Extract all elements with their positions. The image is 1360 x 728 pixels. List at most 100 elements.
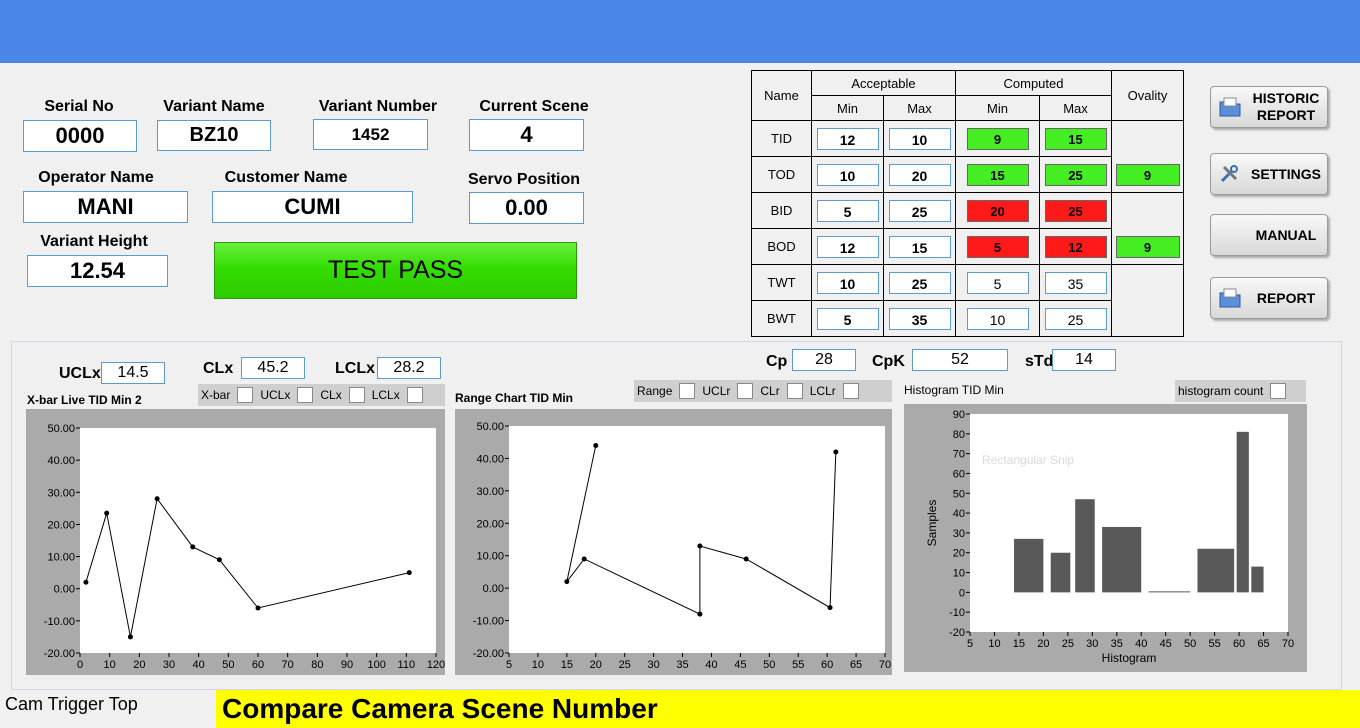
x-tick-label: 30 (163, 659, 175, 671)
y-tick-label: 40.00 (476, 453, 504, 465)
serial-no-label: Serial No (44, 98, 114, 115)
cam-trigger-label: Cam Trigger Top (0, 690, 214, 728)
comp-max-value: 15 (1044, 127, 1107, 150)
customer-name-field[interactable]: CUMI (212, 191, 413, 223)
computed-header: Computed (955, 70, 1112, 96)
acc-min-field[interactable]: 10 (816, 163, 879, 186)
manual-label: MANUAL (1255, 226, 1317, 243)
legend-swatch-icon (679, 383, 696, 399)
histogram-bar (1236, 431, 1249, 593)
comp-max-value: 35 (1044, 271, 1107, 294)
std-field[interactable]: 14 (1052, 349, 1116, 371)
x-tick-label: 45 (1160, 638, 1172, 650)
acc-max-field[interactable]: 15 (888, 235, 951, 258)
test-status-indicator: TEST PASS (214, 242, 577, 299)
x-tick-label: 100 (367, 659, 385, 671)
uclx-label: UCLx (59, 365, 101, 382)
data-point (564, 579, 570, 585)
variant-height-field[interactable]: 12.54 (27, 255, 168, 287)
comp-max-value: 25 (1044, 307, 1107, 330)
comp-max-value: 25 (1044, 163, 1107, 186)
cpk-field[interactable]: 52 (912, 349, 1008, 371)
watermark-text: Rectangular Snip (982, 453, 1074, 467)
manual-button[interactable]: MANUAL (1210, 214, 1328, 256)
comp-min-value: 20 (966, 199, 1029, 222)
acc-max-field[interactable]: 25 (888, 199, 951, 222)
data-point (697, 543, 703, 549)
cpk-label: CpK (872, 353, 905, 370)
histogram-bar (1075, 499, 1095, 593)
legend-swatch-icon (786, 383, 803, 399)
x-tick-label: 10 (104, 659, 116, 671)
y-tick-label: 20.00 (47, 519, 75, 531)
lclx-field[interactable]: 28.2 (377, 357, 441, 379)
row-name: TWT (751, 264, 812, 301)
xbar-chart-title: X-bar Live TID Min 2 (27, 393, 142, 407)
acc-min-field[interactable]: 5 (816, 307, 879, 330)
comp-min-header: Min (955, 95, 1040, 121)
y-tick-label: 40.00 (47, 455, 75, 467)
serial-no-field[interactable]: 0000 (23, 120, 137, 152)
current-scene-field[interactable]: 4 (469, 119, 584, 151)
lclx-label: LCLx (335, 360, 375, 377)
x-tick-label: 5 (967, 638, 973, 650)
x-tick-label: 110 (398, 659, 416, 671)
data-point (581, 556, 587, 562)
variant-name-field[interactable]: BZ10 (157, 120, 271, 151)
uclx-field[interactable]: 14.5 (101, 362, 165, 384)
acc-max-field[interactable]: 10 (888, 127, 951, 150)
y-tick-label: 30.00 (476, 486, 504, 498)
acc-max-field[interactable]: 35 (888, 307, 951, 330)
legend-swatch-icon (842, 383, 859, 399)
x-tick-label: 120 (427, 659, 445, 671)
x-tick-label: 10 (532, 659, 544, 671)
acc-max-field[interactable]: 25 (888, 271, 951, 294)
x-tick-label: 70 (1282, 638, 1294, 650)
ovality-cell: 9 (1111, 120, 1184, 193)
report-button[interactable]: REPORT (1210, 277, 1328, 319)
clx-field[interactable]: 45.2 (241, 357, 305, 379)
y-tick-label: 10 (953, 568, 965, 580)
x-tick-label: 15 (561, 659, 573, 671)
legend-swatch-icon (348, 387, 365, 403)
spec-row: BID 5 25 20 25 9 (751, 192, 1184, 265)
servo-position-field[interactable]: 0.00 (469, 192, 584, 224)
settings-button[interactable]: SETTINGS (1210, 153, 1328, 195)
y-tick-label: -20.00 (473, 648, 504, 660)
x-tick-label: 30 (1086, 638, 1098, 650)
cp-field[interactable]: 28 (792, 349, 856, 371)
legend-swatch-icon (297, 387, 314, 403)
ovality-cell (1111, 264, 1184, 337)
acc-min-field[interactable]: 12 (816, 127, 879, 150)
range-chart: 50.00 40.00 30.00 20.00 10.00 0.00 -10.00 -20.0… (473, 421, 891, 671)
y-tick-label: 30.00 (47, 487, 75, 499)
y-tick-label: 0.00 (483, 583, 504, 595)
y-tick-label: -20 (949, 627, 965, 639)
variant-name-label: Variant Name (163, 98, 265, 115)
y-tick-label: 50.00 (47, 423, 75, 435)
variant-number-field[interactable]: 1452 (313, 119, 428, 150)
historic-report-button[interactable]: HISTORIC REPORT (1210, 86, 1328, 128)
acc-min-field[interactable]: 12 (816, 235, 879, 258)
legend-swatch-icon (406, 387, 423, 403)
y-tick-label: 0 (959, 587, 965, 599)
historic-report-label: HISTORIC REPORT (1252, 90, 1320, 123)
spec-row: TWT 10 25 5 35 (751, 264, 1184, 337)
operator-name-field[interactable]: MANI (23, 191, 188, 223)
x-tick-label: 70 (879, 659, 891, 671)
row-name: BOD (751, 228, 812, 265)
data-point (743, 556, 749, 562)
folder-icon (1215, 96, 1245, 118)
y-tick-label: -10.00 (473, 616, 504, 628)
acc-max-field[interactable]: 20 (888, 163, 951, 186)
folder-icon (1215, 287, 1245, 309)
x-tick-label: 60 (821, 659, 833, 671)
ovality-header: Ovality (1111, 70, 1184, 121)
x-tick-label: 80 (311, 659, 323, 671)
histogram-bar (1102, 526, 1142, 593)
acc-min-field[interactable]: 5 (816, 199, 879, 222)
acc-min-field[interactable]: 10 (816, 271, 879, 294)
x-tick-label: 70 (282, 659, 294, 671)
x-tick-label: 40 (705, 659, 717, 671)
x-tick-label: 35 (676, 659, 688, 671)
